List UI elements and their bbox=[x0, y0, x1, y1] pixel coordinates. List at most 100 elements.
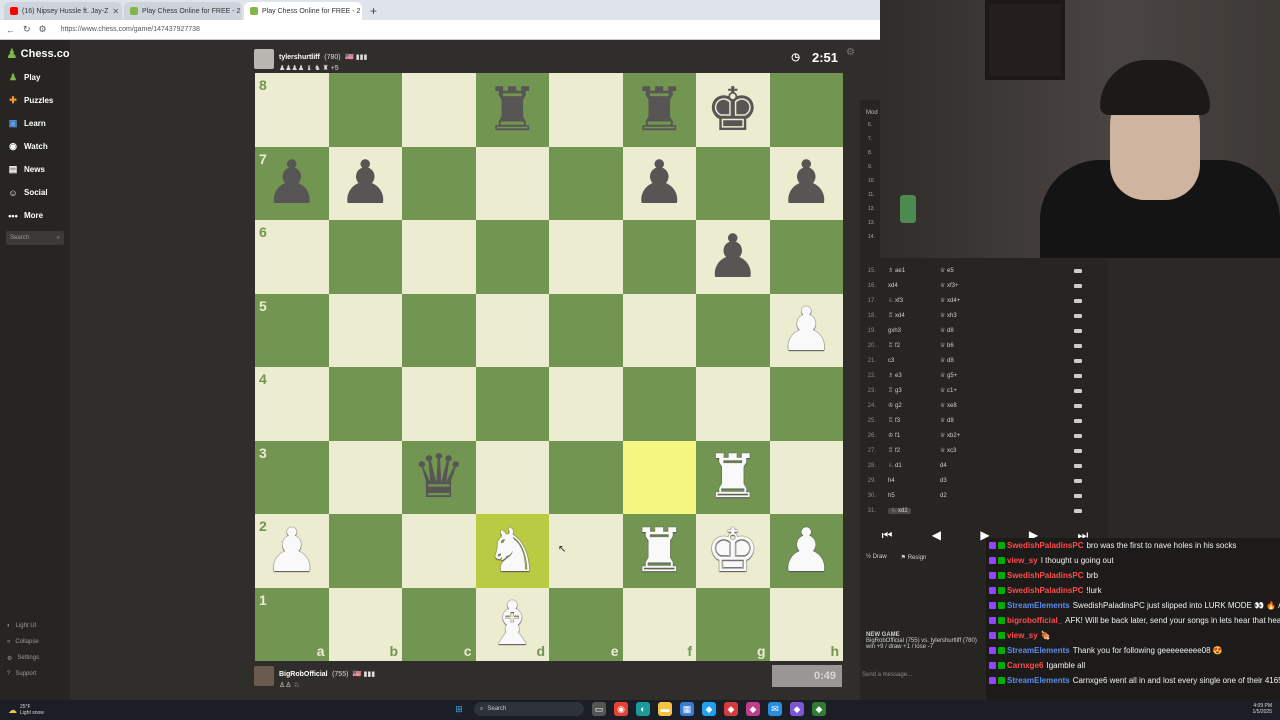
chat-username[interactable]: bigrobofficial_ bbox=[1007, 616, 1062, 625]
weather-widget[interactable]: ☁ 25°F Light snow bbox=[0, 704, 44, 716]
square-g5[interactable] bbox=[696, 293, 770, 367]
square-h7[interactable]: ♟ bbox=[769, 146, 843, 220]
square-d8[interactable]: ♜ bbox=[475, 73, 549, 147]
black-move[interactable]: ♕ d8 bbox=[930, 327, 990, 334]
black-move[interactable]: ♕ xd4+ bbox=[930, 297, 990, 304]
chat-username[interactable]: SwedishPaladinsPC bbox=[1007, 571, 1083, 580]
square-g2[interactable]: ♚ bbox=[696, 514, 770, 588]
square-e1[interactable]: e bbox=[549, 587, 623, 661]
app-icon[interactable]: ◆ bbox=[812, 702, 826, 716]
square-a4[interactable]: 4 bbox=[255, 367, 329, 441]
taskbar-search[interactable]: ⌕ Search bbox=[474, 702, 584, 716]
chat-username[interactable]: Carnxge6 bbox=[1007, 661, 1043, 670]
square-a1[interactable]: 1a bbox=[255, 587, 329, 661]
send-message-input[interactable]: Send a message... bbox=[862, 672, 912, 678]
white-move[interactable]: ♖ xd4 bbox=[880, 312, 930, 319]
settings-button[interactable]: ⚙ Settings bbox=[0, 650, 70, 666]
black-move[interactable]: ♕ d8 bbox=[930, 357, 990, 364]
browser-tab-chess-1[interactable]: Play Chess Online for FREE - 2 ✕ bbox=[124, 2, 242, 20]
square-h2[interactable]: ♟ bbox=[769, 514, 843, 588]
app-icon[interactable]: ◆ bbox=[746, 702, 760, 716]
square-g1[interactable]: g bbox=[696, 587, 770, 661]
square-b8[interactable] bbox=[328, 73, 402, 147]
search-icon[interactable]: ⌕ bbox=[57, 235, 60, 242]
square-b3[interactable] bbox=[328, 440, 402, 514]
new-tab-button[interactable]: + bbox=[364, 4, 383, 20]
black-piece-icon[interactable]: ♟ bbox=[632, 153, 686, 213]
square-c2[interactable] bbox=[402, 514, 476, 588]
chat-username[interactable]: SwedishPaladinsPC bbox=[1007, 586, 1083, 595]
square-g7[interactable] bbox=[696, 146, 770, 220]
light-ui-button[interactable]: ◐ Light UI bbox=[0, 618, 70, 634]
square-e5[interactable] bbox=[549, 293, 623, 367]
white-piece-icon[interactable]: ♜ bbox=[632, 520, 686, 581]
player-name[interactable]: tylershurtliff bbox=[279, 54, 320, 61]
square-g6[interactable]: ♟ bbox=[696, 220, 770, 294]
white-piece-icon[interactable]: ♟ bbox=[779, 520, 833, 581]
black-move[interactable]: ♕ e5 bbox=[930, 267, 990, 274]
chrome-icon[interactable]: ◉ bbox=[614, 702, 628, 716]
black-move[interactable]: ♕ g5+ bbox=[930, 372, 990, 379]
white-move[interactable]: ♖ f2 bbox=[880, 342, 930, 349]
white-piece-icon[interactable]: ♟ bbox=[779, 300, 833, 360]
chat-username[interactable]: view_sy bbox=[1007, 556, 1038, 565]
black-move[interactable]: ♕ xh3 bbox=[930, 312, 990, 319]
square-f8[interactable]: ♜ bbox=[622, 73, 696, 147]
chat-username[interactable]: view_sy bbox=[1007, 631, 1038, 640]
square-e8[interactable] bbox=[549, 73, 623, 147]
square-b6[interactable] bbox=[328, 220, 402, 294]
white-move[interactable]: ♔ g2 bbox=[880, 402, 930, 409]
square-h3[interactable] bbox=[769, 440, 843, 514]
chat-username[interactable]: SwedishPaladinsPC bbox=[1007, 541, 1083, 550]
white-piece-icon[interactable]: ♟ bbox=[265, 520, 319, 581]
black-piece-icon[interactable]: ♟ bbox=[265, 153, 319, 213]
file-explorer-icon[interactable]: ▬ bbox=[658, 702, 672, 716]
sidebar-item-watch[interactable]: ◉ Watch bbox=[0, 135, 70, 158]
white-move[interactable]: h5 bbox=[880, 493, 930, 499]
square-g8[interactable]: ♚ bbox=[696, 73, 770, 147]
square-f4[interactable] bbox=[622, 367, 696, 441]
black-move[interactable]: ♕ xc3 bbox=[930, 447, 990, 454]
app-icon[interactable]: ◆ bbox=[790, 702, 804, 716]
square-f7[interactable]: ♟ bbox=[622, 146, 696, 220]
square-b2[interactable] bbox=[328, 514, 402, 588]
app-icon[interactable]: ◆ bbox=[724, 702, 738, 716]
first-move-button[interactable]: ⏮ bbox=[882, 528, 893, 543]
black-move[interactable]: d2 bbox=[930, 493, 990, 499]
black-move[interactable]: ♕ d8 bbox=[930, 417, 990, 424]
chat-username[interactable]: StreamElements bbox=[1007, 646, 1070, 655]
square-f2[interactable]: ♜ bbox=[622, 514, 696, 588]
square-e4[interactable] bbox=[549, 367, 623, 441]
white-piece-icon[interactable]: ♝ bbox=[485, 594, 539, 654]
square-a8[interactable]: 8 bbox=[255, 73, 329, 147]
square-f3[interactable] bbox=[622, 440, 696, 514]
chat-username[interactable]: StreamElements bbox=[1007, 676, 1070, 685]
white-move[interactable]: ♘ xd2 bbox=[880, 507, 930, 514]
square-c6[interactable] bbox=[402, 220, 476, 294]
square-f1[interactable]: f bbox=[622, 587, 696, 661]
system-clock[interactable]: 4:09 PM 1/5/2025 bbox=[1253, 703, 1272, 715]
square-d2[interactable]: ♞ bbox=[475, 514, 549, 588]
sidebar-item-learn[interactable]: ▣ Learn bbox=[0, 112, 70, 135]
white-move[interactable]: gxh3 bbox=[880, 328, 930, 334]
square-b7[interactable]: ♟ bbox=[328, 146, 402, 220]
black-move[interactable]: ♕ b6 bbox=[930, 342, 990, 349]
store-icon[interactable]: ▦ bbox=[680, 702, 694, 716]
white-piece-icon[interactable]: ♚ bbox=[706, 520, 760, 581]
square-d7[interactable] bbox=[475, 146, 549, 220]
support-button[interactable]: ? Support bbox=[0, 666, 70, 682]
black-piece-icon[interactable]: ♜ bbox=[632, 79, 686, 140]
windows-start-icon[interactable]: ⊞ bbox=[452, 702, 466, 716]
square-a7[interactable]: 7 ♟ bbox=[255, 146, 329, 220]
draw-button[interactable]: ½ Draw bbox=[866, 554, 887, 561]
prev-move-button[interactable]: ◀ bbox=[932, 528, 941, 542]
white-move[interactable]: ♖ f3 bbox=[880, 417, 930, 424]
black-move[interactable]: ♕ xe8 bbox=[930, 402, 990, 409]
resign-button[interactable]: ⚑ Resign bbox=[901, 554, 927, 561]
white-move[interactable]: c3 bbox=[880, 358, 930, 364]
sidebar-item-social[interactable]: ☺ Social bbox=[0, 181, 70, 204]
square-e7[interactable] bbox=[549, 146, 623, 220]
task-view-icon[interactable]: ▭ bbox=[592, 702, 606, 716]
square-a5[interactable]: 5 bbox=[255, 293, 329, 367]
square-c4[interactable] bbox=[402, 367, 476, 441]
